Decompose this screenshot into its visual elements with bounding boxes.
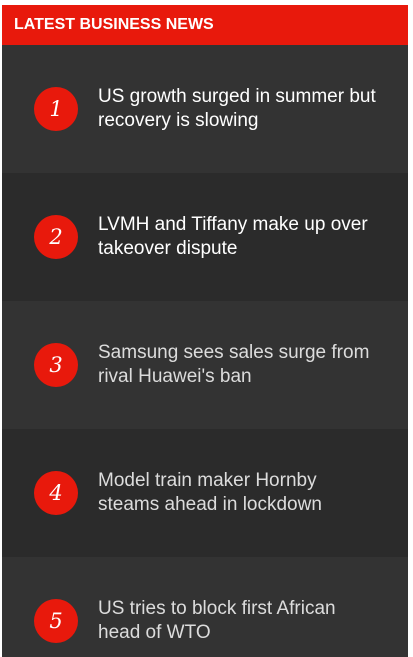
news-item[interactable]: 2 LVMH and Tiffany make up over takeover… [2,173,408,301]
news-item[interactable]: 4 Model train maker Hornby steams ahead … [2,429,408,557]
news-headline-link[interactable]: Model train maker Hornby steams ahead in… [98,469,378,517]
rank-badge: 5 [34,599,78,643]
latest-business-news-widget: LATEST BUSINESS NEWS 1 US growth surged … [2,5,408,657]
news-item[interactable]: 5 US tries to block first African head o… [2,557,408,657]
news-item[interactable]: 1 US growth surged in summer but recover… [2,45,408,173]
news-headline-link[interactable]: US tries to block first African head of … [98,597,378,645]
rank-badge: 2 [34,215,78,259]
news-headline-link[interactable]: Samsung sees sales surge from rival Huaw… [98,341,378,389]
rank-badge: 3 [34,343,78,387]
rank-badge: 1 [34,87,78,131]
widget-title: LATEST BUSINESS NEWS [2,5,408,45]
news-list: 1 US growth surged in summer but recover… [2,45,408,657]
rank-badge: 4 [34,471,78,515]
news-item[interactable]: 3 Samsung sees sales surge from rival Hu… [2,301,408,429]
news-headline-link[interactable]: LVMH and Tiffany make up over takeover d… [98,213,378,261]
news-headline-link[interactable]: US growth surged in summer but recovery … [98,85,378,133]
